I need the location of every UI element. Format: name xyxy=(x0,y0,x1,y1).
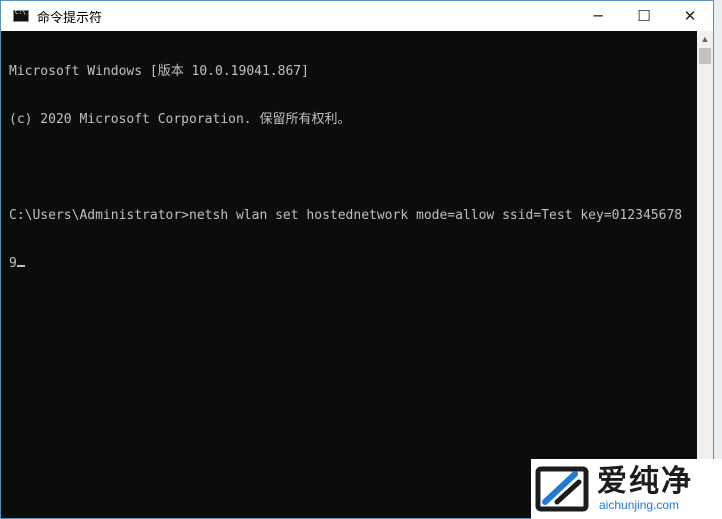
cmd-app-icon[interactable] xyxy=(13,9,29,22)
watermark-chinese-text: 爱纯净 xyxy=(597,464,693,499)
minimize-button[interactable]: ─ xyxy=(575,1,621,31)
console-line: Microsoft Windows [版本 10.0.19041.867] xyxy=(9,64,309,79)
watermark-logo-icon xyxy=(535,466,589,512)
console-output[interactable]: Microsoft Windows [版本 10.0.19041.867] (c… xyxy=(9,32,699,518)
console-line: C:\Users\Administrator>netsh wlan set ho… xyxy=(9,208,683,223)
desktop-background-right xyxy=(714,0,722,519)
window-title: 命令提示符 xyxy=(37,10,103,26)
console-line-text: 9 xyxy=(9,256,17,271)
scroll-thumb[interactable] xyxy=(699,48,711,64)
console-line: (c) 2020 Microsoft Corporation. 保留所有权利。 xyxy=(9,112,351,127)
close-button[interactable]: ✕ xyxy=(667,1,713,31)
vertical-scrollbar[interactable]: ▲ xyxy=(697,31,713,518)
watermark-url: aichunjing.com xyxy=(599,498,680,512)
scroll-up-arrow-icon[interactable]: ▲ xyxy=(697,31,713,47)
maximize-button[interactable]: ☐ xyxy=(621,1,667,31)
text-cursor xyxy=(16,265,25,267)
command-prompt-window[interactable]: 命令提示符 ─ ☐ ✕ Microsoft Windows [版本 10.0.1… xyxy=(0,0,714,519)
console-line-current: 9 xyxy=(9,256,699,272)
watermark: 爱纯净 aichunjing.com xyxy=(531,459,722,519)
title-bar[interactable]: 命令提示符 ─ ☐ ✕ xyxy=(1,1,713,31)
